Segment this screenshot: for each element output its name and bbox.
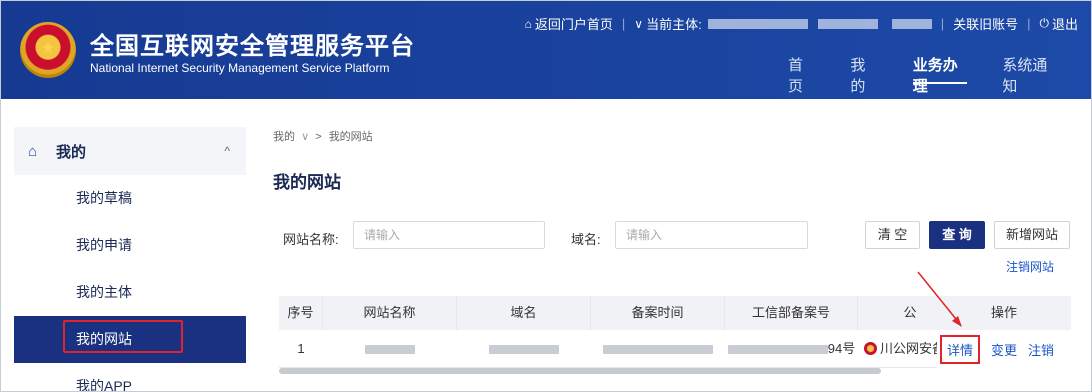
annotation-arrow-icon: [917, 271, 962, 327]
